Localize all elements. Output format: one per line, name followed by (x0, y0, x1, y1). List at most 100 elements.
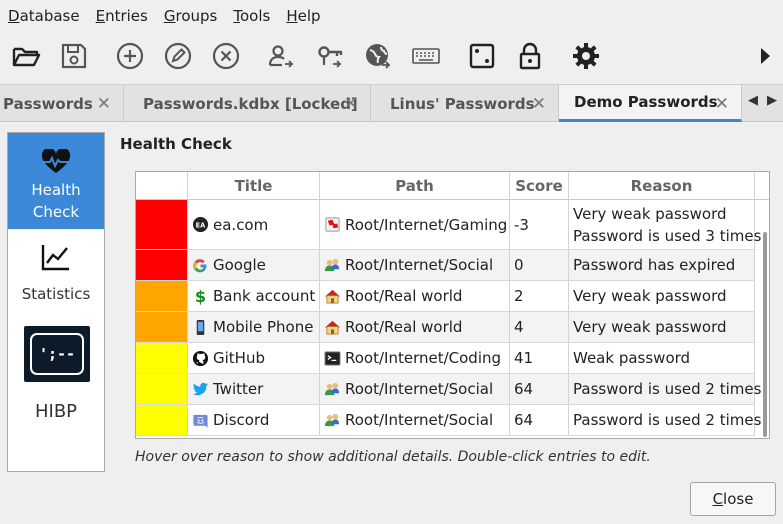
menu-groups-label: roups (175, 7, 218, 25)
score-cell: 0 (510, 250, 569, 280)
save-database-icon (61, 43, 87, 69)
save-database-button[interactable] (57, 38, 91, 74)
title-cell: $ Bank account (188, 281, 320, 311)
table-row[interactable]: $ Bank account Root/Real world 2 Very weak p… (136, 281, 755, 312)
tab-passwords-kdbx-locked[interactable]: Passwords.kdbx [Locked] ✕ (124, 85, 371, 122)
google-icon (191, 256, 209, 274)
menu-entries-label: ntries (105, 7, 148, 25)
sidebar-item-statistics[interactable]: Statistics (8, 243, 104, 313)
reason-cell[interactable]: Very weak password (569, 281, 755, 311)
reason-cell[interactable]: Weak password (569, 343, 755, 373)
table-row[interactable]: Twitter Root/Internet/Social 64 Password is… (136, 374, 761, 405)
menu-help[interactable]: Help (286, 7, 320, 25)
score-color-cell (136, 200, 188, 249)
tab-passwords[interactable]: Passwords ✕ (0, 85, 124, 122)
gaming-folder-icon (323, 216, 341, 234)
table-row[interactable]: EA ea.com Root/Internet/Gaming -3 Very weak … (136, 200, 761, 250)
toolbar (0, 34, 783, 80)
tab-linus-passwords[interactable]: Linus' Passwords ✕ (371, 85, 559, 122)
discord-icon (191, 411, 209, 429)
column-header-path[interactable]: Path (320, 172, 510, 200)
close-button[interactable]: Close (690, 482, 776, 516)
column-header-title[interactable]: Title (188, 172, 320, 200)
lock-database-button[interactable] (513, 38, 547, 74)
dollar-icon: $ (191, 287, 209, 305)
menu-tools[interactable]: Tools (233, 7, 270, 25)
menu-groups[interactable]: Groups (164, 7, 217, 25)
menubar: Database Entries Groups Tools Help (0, 0, 783, 32)
autotype-icon (412, 48, 440, 64)
tab-close-icon[interactable]: ✕ (715, 94, 729, 114)
column-header-color[interactable] (136, 172, 188, 200)
tab-close-icon[interactable]: ✕ (97, 94, 111, 114)
settings-button[interactable] (569, 38, 603, 74)
health-check-table[interactable]: Title Path Score Reason EA ea.com Root/Int… (135, 171, 770, 439)
menu-help-label: elp (297, 7, 321, 25)
entry-title: Discord (213, 411, 270, 429)
title-cell: EA ea.com (188, 200, 320, 249)
table-row[interactable]: Discord Root/Internet/Social 64 Password is… (136, 405, 761, 436)
copy-url-button[interactable] (361, 38, 395, 74)
tab-scroll-right-icon[interactable]: ▶ (767, 93, 777, 108)
copy-password-icon (318, 46, 343, 68)
title-cell: Google (188, 250, 320, 280)
page-title: Health Check (120, 135, 232, 153)
entry-path: Root/Internet/Social (345, 256, 494, 274)
path-cell: Root/Real world (320, 312, 510, 342)
password-generator-button[interactable] (465, 38, 499, 74)
table-scrollbar[interactable] (763, 232, 767, 437)
delete-entry-button[interactable] (209, 38, 243, 74)
toolbar-overflow-button[interactable] (750, 38, 780, 74)
table-row[interactable]: Mobile Phone Root/Real world 4 Very weak pa… (136, 312, 755, 343)
tab-close-icon[interactable]: ✕ (532, 94, 546, 114)
title-cell: GitHub (188, 343, 320, 373)
menu-database[interactable]: Database (8, 7, 80, 25)
open-database-button[interactable] (9, 38, 43, 74)
reason-cell[interactable]: Very weak password Password is used 3 tim… (569, 200, 761, 249)
sidebar-item-health-check[interactable]: Health Check (8, 133, 104, 229)
column-header-reason[interactable]: Reason (569, 172, 755, 200)
copy-password-button[interactable] (313, 38, 347, 74)
path-cell: Root/Internet/Gaming (320, 200, 510, 249)
add-entry-button[interactable] (113, 38, 147, 74)
health-sidebar: Health Check Statistics HIBP ';-- (7, 132, 105, 472)
entry-score: 41 (514, 349, 534, 367)
svg-text:EA: EA (195, 221, 206, 229)
entry-path: Root/Internet/Social (345, 380, 494, 398)
password-generator-icon (469, 43, 495, 69)
menu-groups-mnemonic: G (163, 7, 176, 25)
column-header-score[interactable]: Score (510, 172, 569, 200)
tab-demo-passwords[interactable]: Demo Passwords ✕ (559, 85, 742, 122)
chart-line-icon (41, 245, 69, 271)
lock-database-icon (519, 42, 541, 70)
github-icon (191, 349, 209, 367)
entry-reason: Password is used 2 times (573, 380, 762, 398)
entry-title: Google (213, 256, 266, 274)
house-folder-icon (323, 287, 341, 305)
menu-entries[interactable]: Entries (96, 7, 148, 25)
tab-close-icon[interactable]: ✕ (344, 94, 358, 114)
entry-score: -3 (514, 215, 529, 234)
score-color-cell (136, 250, 188, 280)
edit-entry-button[interactable] (161, 38, 195, 74)
score-cell: 41 (510, 343, 569, 373)
edit-entry-icon (164, 42, 192, 70)
svg-text:$: $ (194, 288, 205, 305)
heartbeat-icon (41, 149, 71, 173)
autotype-button[interactable] (409, 38, 443, 74)
reason-cell[interactable]: Password has expired (569, 250, 755, 280)
reason-cell[interactable]: Password is used 2 times (569, 405, 761, 435)
path-cell: Root/Internet/Social (320, 250, 510, 280)
sidebar-label: HIBP (34, 401, 78, 422)
tab-label: Passwords (3, 94, 93, 113)
reason-cell[interactable]: Password is used 2 times (569, 374, 761, 404)
tab-scroll-left-icon[interactable]: ◀ (748, 93, 758, 108)
reason-cell[interactable]: Very weak password (569, 312, 755, 342)
social-folder-icon (323, 411, 341, 429)
copy-username-button[interactable] (263, 38, 297, 74)
table-row[interactable]: Google Root/Internet/Social 0 Password has … (136, 250, 755, 281)
table-row[interactable]: GitHub Root/Internet/Coding 41 Weak passwor… (136, 343, 755, 374)
ea-icon: EA (191, 216, 209, 234)
tab-label: Passwords.kdbx [Locked] (143, 94, 358, 113)
menu-tools-mnemonic: T (233, 7, 240, 25)
